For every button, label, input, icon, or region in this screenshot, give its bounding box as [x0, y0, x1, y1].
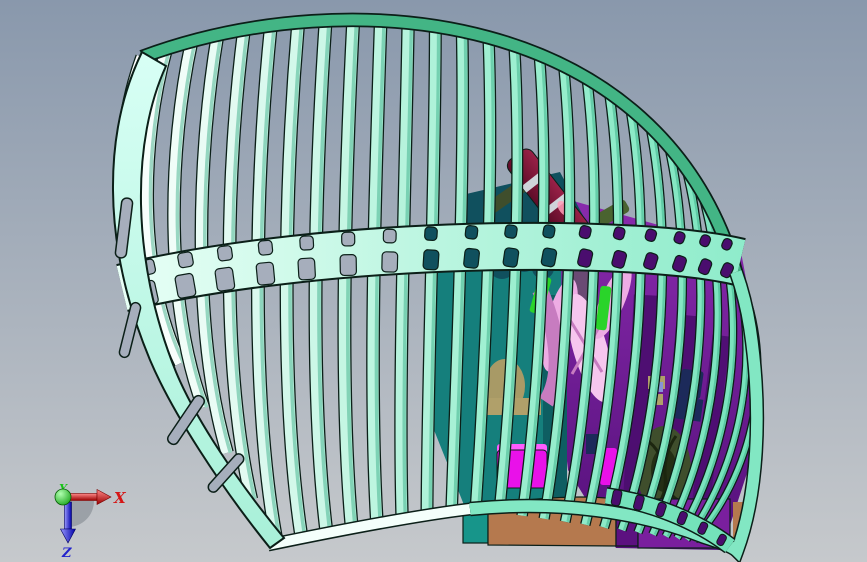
mid-band-hole — [257, 239, 274, 256]
z-axis-label: Z — [61, 546, 72, 561]
mid-band-hole — [297, 257, 316, 281]
mid-band-hole — [381, 251, 399, 273]
z-axis-arrow[interactable] — [64, 501, 72, 530]
mid-band-hole — [463, 247, 480, 269]
cad-canvas[interactable]: Y X Z — [0, 0, 867, 562]
x-axis-arrow[interactable] — [69, 493, 98, 501]
mid-band-hole — [339, 254, 357, 277]
mid-band-hole — [578, 225, 592, 240]
origin-ball[interactable] — [54, 488, 72, 506]
mid-band-hole — [341, 231, 356, 247]
mid-band-hole — [382, 228, 397, 244]
mid-band-hole — [177, 251, 194, 269]
mid-band-hole — [214, 266, 236, 292]
mid-band-hole — [542, 224, 556, 239]
mid-band-hole — [422, 249, 440, 271]
mid-band-hole — [216, 245, 234, 262]
mid-band-hole — [464, 225, 479, 240]
mid-band-hole — [255, 261, 276, 286]
mid-band-hole — [504, 224, 518, 239]
mid-band-hole — [174, 272, 197, 299]
mid-band-hole — [540, 247, 558, 268]
cad-viewport[interactable]: Y X Z — [0, 0, 867, 562]
mid-band-hole — [299, 235, 315, 251]
mid-band-hole — [424, 226, 438, 242]
x-axis-label: X — [113, 489, 127, 507]
mid-band-hole — [502, 247, 520, 268]
